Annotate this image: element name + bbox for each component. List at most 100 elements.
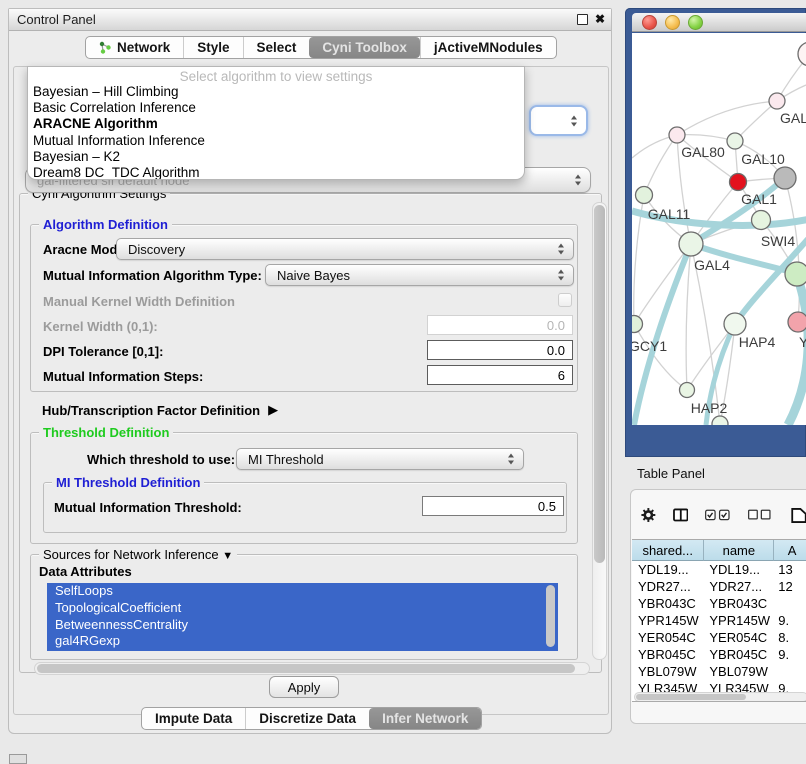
zoom-traffic-light[interactable] xyxy=(688,15,703,30)
node-GCY1[interactable] xyxy=(632,316,643,333)
list-vertical-scrollbar[interactable] xyxy=(546,585,555,647)
popup-item[interactable]: Dream8 DC_TDC Algorithm xyxy=(28,165,524,180)
gear-icon[interactable] xyxy=(641,506,656,524)
tab-select[interactable]: Select xyxy=(243,37,310,58)
checked-columns-icon[interactable] xyxy=(705,508,730,522)
network-canvas[interactable]: GAL8 GAL80 GAL10 GAL1 GAL11 SWI4 GAL4 GC… xyxy=(632,33,806,425)
node-gray[interactable] xyxy=(774,167,796,189)
table-panel: shared... name A YDL19... YDL19... 13 YD… xyxy=(630,489,806,724)
node-HAP4[interactable] xyxy=(724,313,746,335)
dpi-tolerance-field[interactable]: 0.0 xyxy=(427,340,573,360)
combo-arrows-icon xyxy=(558,270,565,281)
table-row[interactable]: YPR145W YPR145W 9. xyxy=(632,612,806,629)
popup-item[interactable]: Mutual Information Inference xyxy=(28,133,524,149)
manual-kernel-checkbox[interactable] xyxy=(558,293,572,307)
column-header[interactable]: A xyxy=(774,540,806,561)
close-icon[interactable]: ✖ xyxy=(595,13,605,25)
node-SWI4[interactable] xyxy=(752,211,771,230)
tab-jactivemnodules[interactable]: jActiveMNodules xyxy=(420,37,556,58)
table-toolbar xyxy=(641,504,806,526)
list-item[interactable]: TopologicalCoefficient xyxy=(47,600,558,617)
settings-vertical-scrollbar[interactable] xyxy=(592,202,607,660)
collapsed-arrow-icon: ▶ xyxy=(268,402,278,418)
tab-infer-network[interactable]: Infer Network xyxy=(369,708,481,729)
node-GAL10[interactable] xyxy=(727,133,743,149)
threshold-definition-group: Threshold Definition Which threshold to … xyxy=(30,432,578,544)
network-view-window: GAL8 GAL80 GAL10 GAL1 GAL11 SWI4 GAL4 GC… xyxy=(625,8,806,457)
combo-arrows-icon xyxy=(558,244,565,255)
control-panel-titlebar[interactable]: Control Panel ✖ xyxy=(9,9,611,31)
mi-threshold-field[interactable]: 0.5 xyxy=(422,496,564,516)
tab-discretize-data[interactable]: Discretize Data xyxy=(245,708,369,729)
column-header[interactable]: name xyxy=(704,540,774,561)
bottom-tabbar: Impute Data Discretize Data Infer Networ… xyxy=(141,707,482,730)
node-label: SWI4 xyxy=(761,233,795,249)
tab-network-label: Network xyxy=(117,40,170,55)
apply-button[interactable]: Apply xyxy=(269,676,339,698)
node-GAL1-red[interactable] xyxy=(730,174,747,191)
table-horizontal-scrollbar[interactable] xyxy=(634,692,806,702)
table-row[interactable]: YBR045C YBR045C 9. xyxy=(632,646,806,663)
unchecked-columns-icon[interactable] xyxy=(748,508,771,522)
column-header[interactable]: shared... xyxy=(632,540,704,561)
network-window-titlebar[interactable] xyxy=(632,13,806,32)
node-green-right[interactable] xyxy=(785,262,806,286)
network-graph[interactable]: GAL8 GAL80 GAL10 GAL1 GAL11 SWI4 GAL4 GC… xyxy=(632,33,806,425)
expanded-arrow-icon[interactable]: ▼ xyxy=(222,550,233,562)
mi-threshold-definition-group: MI Threshold Definition Mutual Informati… xyxy=(43,482,567,533)
node-pink-top[interactable] xyxy=(769,93,785,109)
data-attributes-list[interactable]: SelfLoops TopologicalCoefficient Between… xyxy=(47,583,558,651)
which-threshold-combo[interactable]: MI Threshold xyxy=(236,448,524,470)
node-GAL11[interactable] xyxy=(636,187,653,204)
node-partial-top[interactable] xyxy=(798,42,806,66)
tab-style[interactable]: Style xyxy=(183,37,242,58)
node-GAL80[interactable] xyxy=(669,127,685,143)
sources-title: Sources for Network Inference xyxy=(43,547,219,562)
mi-steps-field[interactable]: 6 xyxy=(427,365,573,385)
popup-item-selected[interactable]: ARACNE Algorithm xyxy=(28,116,524,132)
algorithm-select-popup: Select algorithm to view settings Bayesi… xyxy=(27,66,525,180)
columns-icon[interactable] xyxy=(673,507,689,523)
popup-item[interactable]: Basic Correlation Inference xyxy=(28,100,524,116)
hub-definition-toggle[interactable]: Hub/Transcription Factor Definition ▶ xyxy=(42,402,278,418)
aracne-mode-value: Discovery xyxy=(128,242,185,257)
kernel-width-field[interactable]: 0.0 xyxy=(427,315,573,335)
dpi-tolerance-label: DPI Tolerance [0,1]: xyxy=(43,344,163,359)
table-header-row: shared... name A xyxy=(632,540,806,561)
mi-algorithm-type-combo[interactable]: Naive Bayes xyxy=(265,264,574,286)
data-attributes-label: Data Attributes xyxy=(39,564,132,579)
close-traffic-light[interactable] xyxy=(642,15,657,30)
list-item[interactable]: BetweennessCentrality xyxy=(47,617,558,634)
screen: { "window": { "title": "Control Panel" }… xyxy=(0,0,806,762)
mi-threshold-label: Mutual Information Threshold: xyxy=(54,500,242,515)
control-panel-tabbar: Network Style Select Cyni Toolbox jActiv… xyxy=(85,36,557,59)
node-partial-bottom[interactable] xyxy=(712,416,728,425)
table-row[interactable]: YER054C YER054C 8. xyxy=(632,629,806,646)
group-title: Algorithm Definition xyxy=(39,217,172,232)
tab-network[interactable]: Network xyxy=(86,37,183,58)
table-row[interactable]: YBL079W YBL079W xyxy=(632,663,806,680)
node-label: Y xyxy=(799,334,806,350)
popup-item[interactable]: Bayesian – K2 xyxy=(28,149,524,165)
sources-group: Sources for Network Inference ▼ Data Att… xyxy=(30,554,578,660)
table-row[interactable]: YBR043C YBR043C xyxy=(632,595,806,612)
list-item[interactable]: SelfLoops xyxy=(47,583,558,600)
aracne-mode-combo[interactable]: Discovery xyxy=(116,238,574,260)
manual-kernel-label: Manual Kernel Width Definition xyxy=(43,294,235,309)
inference-algorithm-combo-partial[interactable] xyxy=(529,105,588,136)
float-window-icon[interactable] xyxy=(577,14,588,25)
table-row[interactable]: YDR27... YDR27... 12 xyxy=(632,578,806,595)
mi-steps-label: Mutual Information Steps: xyxy=(43,369,203,384)
popup-item[interactable]: Bayesian – Hill Climbing xyxy=(28,84,524,100)
settings-horizontal-scrollbar[interactable] xyxy=(34,662,590,675)
minimize-traffic-light[interactable] xyxy=(665,15,680,30)
node-label: GAL4 xyxy=(694,257,730,273)
new-table-icon[interactable] xyxy=(791,506,806,525)
table-row[interactable]: YDL19... YDL19... 13 xyxy=(632,561,806,578)
node-salmon-right[interactable] xyxy=(788,312,806,332)
tab-cyni-toolbox[interactable]: Cyni Toolbox xyxy=(309,37,420,58)
list-item[interactable]: gal4RGexp xyxy=(47,633,558,650)
tab-impute-data[interactable]: Impute Data xyxy=(142,708,245,729)
node-HAP2[interactable] xyxy=(680,383,695,398)
node-GAL4[interactable] xyxy=(679,232,703,256)
